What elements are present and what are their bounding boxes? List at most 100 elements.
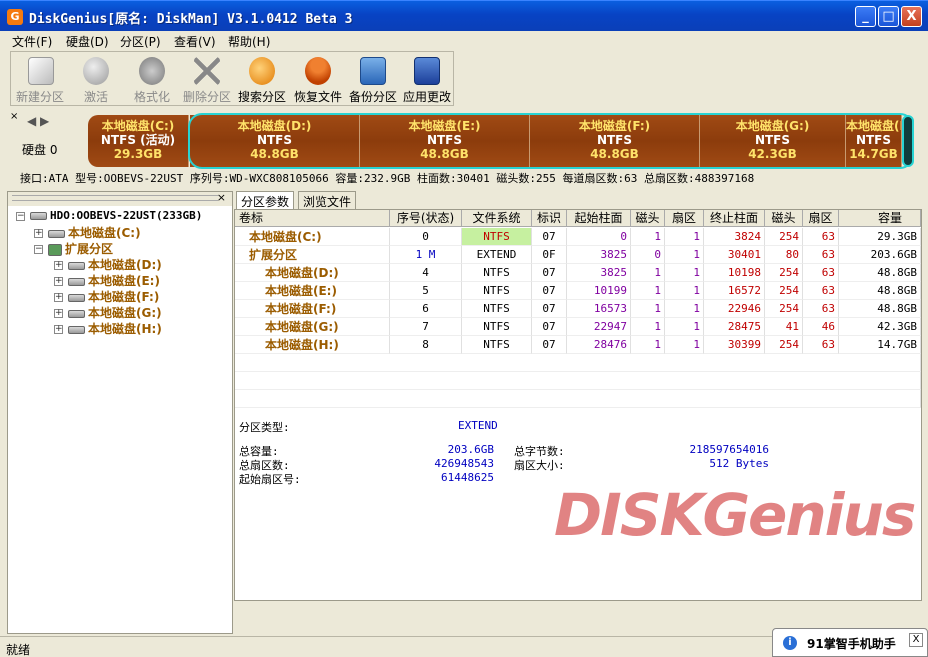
- cell-start-head: 1: [631, 336, 665, 354]
- cell-start-cylinder: 16573: [567, 300, 631, 318]
- maximize-button[interactable]: □: [878, 6, 899, 27]
- expand-icon[interactable]: +: [54, 277, 63, 286]
- close-button[interactable]: X: [901, 6, 922, 27]
- recover-files-button[interactable]: 恢复文件: [291, 52, 345, 105]
- cell-label[interactable]: 本地磁盘(E:): [235, 282, 390, 300]
- column-header[interactable]: 起始柱面: [567, 210, 631, 227]
- cell-label[interactable]: 本地磁盘(C:): [235, 228, 390, 246]
- collapse-icon[interactable]: −: [16, 212, 25, 221]
- column-header[interactable]: 磁头: [631, 210, 665, 227]
- cell-start-sector: 1: [665, 246, 704, 264]
- cell-end-sector: 63: [803, 300, 839, 318]
- column-header[interactable]: 卷标: [235, 210, 390, 227]
- delete-partition-button[interactable]: 删除分区: [179, 52, 235, 105]
- disk-nav-arrows[interactable]: ◀ ▶: [27, 114, 49, 128]
- search-partition-button[interactable]: 搜索分区: [235, 52, 289, 105]
- cell-end-sector: 63: [803, 336, 839, 354]
- tree-item-h[interactable]: 本地磁盘(H:): [68, 320, 162, 337]
- menu-file[interactable]: 文件(F): [12, 33, 52, 50]
- cell-label[interactable]: 本地磁盘(F:): [235, 300, 390, 318]
- collapse-icon[interactable]: −: [34, 245, 43, 254]
- cell-label[interactable]: 本地磁盘(G:): [235, 318, 390, 336]
- extended-partition-end: [902, 115, 914, 167]
- column-header[interactable]: 文件系统: [462, 210, 532, 227]
- tree-label: 扩展分区: [65, 242, 114, 256]
- empty-row: [235, 354, 921, 372]
- tree-label: HDO:OOBEVS-22UST(233GB): [50, 209, 203, 222]
- column-header[interactable]: 扇区: [803, 210, 839, 227]
- recover-files-icon: [305, 57, 331, 85]
- menu-partition[interactable]: 分区(P): [120, 33, 161, 50]
- tree-item-e[interactable]: 本地磁盘(E:): [68, 272, 160, 289]
- detail-value: 512 Bytes: [709, 457, 769, 470]
- tree-item-c[interactable]: 本地磁盘(C:): [48, 224, 141, 241]
- cell-label[interactable]: 本地磁盘(H:): [235, 336, 390, 354]
- backup-partition-button[interactable]: 备份分区: [345, 52, 401, 105]
- toolbar-label: 搜索分区: [237, 90, 286, 104]
- empty-row: [235, 390, 921, 408]
- window-title: DiskGenius[原名: DiskMan] V3.1.0412 Beta 3: [29, 12, 353, 27]
- expand-icon[interactable]: +: [34, 229, 43, 238]
- tree-item-extended[interactable]: 扩展分区: [48, 240, 113, 257]
- notification-popup[interactable]: i 91掌智手机助手 X: [772, 628, 928, 657]
- cell-end-cylinder: 30399: [704, 336, 765, 354]
- format-button[interactable]: 格式化: [125, 52, 179, 105]
- cell-filesystem: NTFS: [462, 228, 532, 246]
- menu-help[interactable]: 帮助(H): [228, 33, 270, 50]
- tab-partition-params[interactable]: 分区参数: [236, 191, 295, 209]
- tree-disk-root[interactable]: HDO:OOBEVS-22UST(233GB): [30, 208, 202, 222]
- cell-start-head: 0: [631, 246, 665, 264]
- tab-browse-files[interactable]: 浏览文件: [298, 191, 357, 209]
- expand-icon[interactable]: +: [54, 293, 63, 302]
- tree-item-g[interactable]: 本地磁盘(G:): [68, 304, 162, 321]
- tree-label: 本地磁盘(D:): [88, 258, 162, 272]
- expand-icon[interactable]: +: [54, 325, 63, 334]
- close-icon[interactable]: X: [909, 633, 923, 647]
- menu-disk[interactable]: 硬盘(D): [66, 33, 109, 50]
- tree-item-d[interactable]: 本地磁盘(D:): [68, 256, 162, 273]
- new-partition-button[interactable]: 新建分区: [13, 52, 67, 105]
- column-header[interactable]: 序号(状态): [390, 210, 462, 227]
- cell-capacity: 48.8GB: [839, 282, 921, 300]
- partition-info-panel: 分区类型: EXTEND 总容量: 203.6GB 总字节数: 21859765…: [234, 411, 922, 633]
- cell-start-head: 1: [631, 300, 665, 318]
- new-partition-icon: [28, 57, 54, 85]
- activate-button[interactable]: 激活: [69, 52, 123, 105]
- partition-segment-c[interactable]: 本地磁盘(C:) NTFS (活动) 29.3GB: [88, 115, 189, 167]
- close-icon[interactable]: ×: [10, 111, 18, 122]
- toolbar-label: 格式化: [133, 90, 170, 104]
- tree-item-f[interactable]: 本地磁盘(F:): [68, 288, 159, 305]
- detail-value: 203.6GB: [447, 443, 494, 456]
- column-header[interactable]: 扇区: [665, 210, 704, 227]
- tree-label: 本地磁盘(F:): [88, 290, 160, 304]
- column-header[interactable]: 标识: [532, 210, 567, 227]
- format-icon: [139, 57, 165, 85]
- partition-icon: [48, 229, 65, 238]
- cell-filesystem: NTFS: [462, 336, 532, 354]
- minimize-button[interactable]: _: [855, 6, 876, 27]
- column-header[interactable]: 终止柱面: [704, 210, 765, 227]
- cell-start-sector: 1: [665, 282, 704, 300]
- expand-icon[interactable]: +: [54, 309, 63, 318]
- cell-label[interactable]: 本地磁盘(D:): [235, 264, 390, 282]
- column-header[interactable]: 容量: [839, 210, 921, 227]
- segment-size: 29.3GB: [113, 147, 163, 161]
- cell-start-head: 1: [631, 264, 665, 282]
- cell-end-head: 80: [765, 246, 803, 264]
- column-header[interactable]: 磁头: [765, 210, 803, 227]
- expand-icon[interactable]: +: [54, 261, 63, 270]
- partition-icon: [68, 277, 85, 286]
- cell-start-sector: 1: [665, 300, 704, 318]
- cell-label[interactable]: 扩展分区: [235, 246, 390, 264]
- apply-changes-button[interactable]: 应用更改: [401, 52, 453, 105]
- cell-end-head: 254: [765, 228, 803, 246]
- toolbar: 新建分区 激活 格式化 删除分区 搜索分区 恢复文件 备份分区 应用更改: [10, 51, 454, 106]
- detail-value: 61448625: [441, 471, 494, 484]
- drag-handle[interactable]: [12, 195, 218, 201]
- menu-view[interactable]: 查看(V): [174, 33, 216, 50]
- cell-end-sector: 63: [803, 264, 839, 282]
- cell-end-head: 254: [765, 336, 803, 354]
- extended-partition-frame: [188, 113, 914, 169]
- cell-end-head: 254: [765, 264, 803, 282]
- close-icon[interactable]: ×: [217, 191, 226, 204]
